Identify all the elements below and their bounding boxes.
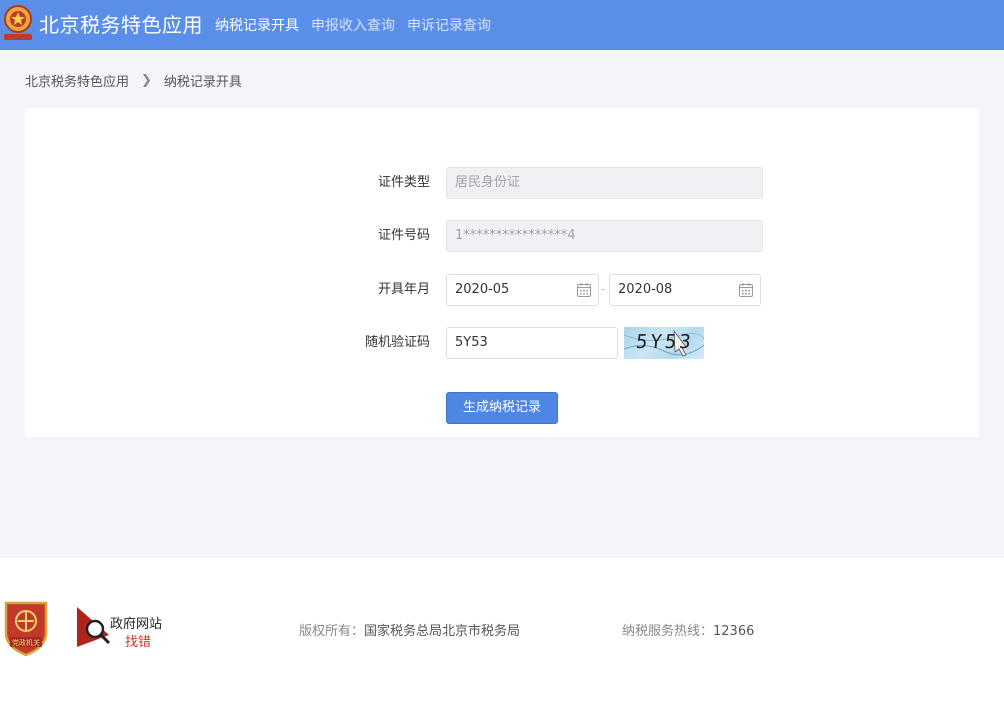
id-number-field: 1****************4: [446, 220, 763, 252]
end-month-input[interactable]: 2020-08: [609, 274, 761, 306]
nav-income-query[interactable]: 申报收入查询: [311, 15, 395, 35]
end-month-value: 2020-08: [618, 282, 673, 297]
copyright-label: 版权所有：: [299, 624, 365, 639]
period-row: 开具年月 2020-05 - 2020-08: [25, 274, 979, 306]
captcha-label: 随机验证码: [364, 335, 430, 350]
top-header: 北京税务特色应用 纳税记录开具 申报收入查询 申诉记录查询: [0, 0, 1004, 50]
captcha-row: 随机验证码 5Y53 5Y53: [25, 327, 979, 359]
gov-site-line2: 找错: [125, 635, 152, 650]
start-month-input[interactable]: 2020-05: [446, 274, 599, 306]
party-government-badge-icon[interactable]: 党政机关: [2, 599, 50, 657]
tax-emblem-icon[interactable]: [3, 4, 33, 42]
party-badge-text: 党政机关: [12, 638, 40, 647]
nav-appeal-query[interactable]: 申诉记录查询: [407, 15, 491, 35]
chevron-right-icon: ❯: [141, 72, 152, 88]
calendar-icon[interactable]: [576, 282, 592, 298]
calendar-icon[interactable]: [738, 282, 754, 298]
generate-record-button[interactable]: 生成纳税记录: [446, 392, 558, 424]
copyright: 版权所有：国家税务总局北京市税务局: [299, 620, 520, 639]
form-card: 证件类型 居民身份证 证件号码 1****************4 开具年月 …: [25, 108, 979, 437]
hotline-label: 纳税服务热线：: [622, 624, 714, 639]
breadcrumb-current: 纳税记录开具: [163, 74, 242, 90]
id-number-label: 证件号码: [377, 228, 430, 243]
id-type-row: 证件类型 居民身份证: [25, 167, 979, 199]
nav-tax-record[interactable]: 纳税记录开具: [215, 15, 299, 35]
footer: 党政机关 政府网站 找错 版权所有：国家税务总局北京市税务局 纳税服务热线：12…: [0, 558, 1004, 710]
captcha-input[interactable]: 5Y53: [446, 327, 618, 359]
breadcrumb: 北京税务特色应用 ❯ 纳税记录开具: [25, 70, 242, 90]
magnifier-icon: [77, 607, 111, 647]
id-number-row: 证件号码 1****************4: [25, 220, 979, 252]
breadcrumb-root[interactable]: 北京税务特色应用: [25, 71, 129, 90]
range-separator: -: [601, 282, 606, 296]
gov-site-line1: 政府网站: [110, 617, 163, 632]
id-type-field: 居民身份证: [446, 167, 763, 199]
start-month-value: 2020-05: [455, 282, 510, 297]
hotline: 纳税服务热线：12366: [622, 620, 754, 639]
captcha-image[interactable]: 5Y53: [624, 327, 704, 359]
hotline-value: 12366: [713, 624, 755, 639]
site-title[interactable]: 北京税务特色应用: [39, 9, 203, 38]
id-type-label: 证件类型: [377, 175, 430, 190]
period-label: 开具年月: [377, 282, 430, 297]
copyright-value: 国家税务总局北京市税务局: [364, 624, 521, 639]
captcha-text: 5Y53: [634, 331, 695, 353]
gov-site-error-badge[interactable]: 政府网站 找错: [75, 605, 170, 650]
main-nav: 纳税记录开具 申报收入查询 申诉记录查询: [215, 0, 503, 50]
